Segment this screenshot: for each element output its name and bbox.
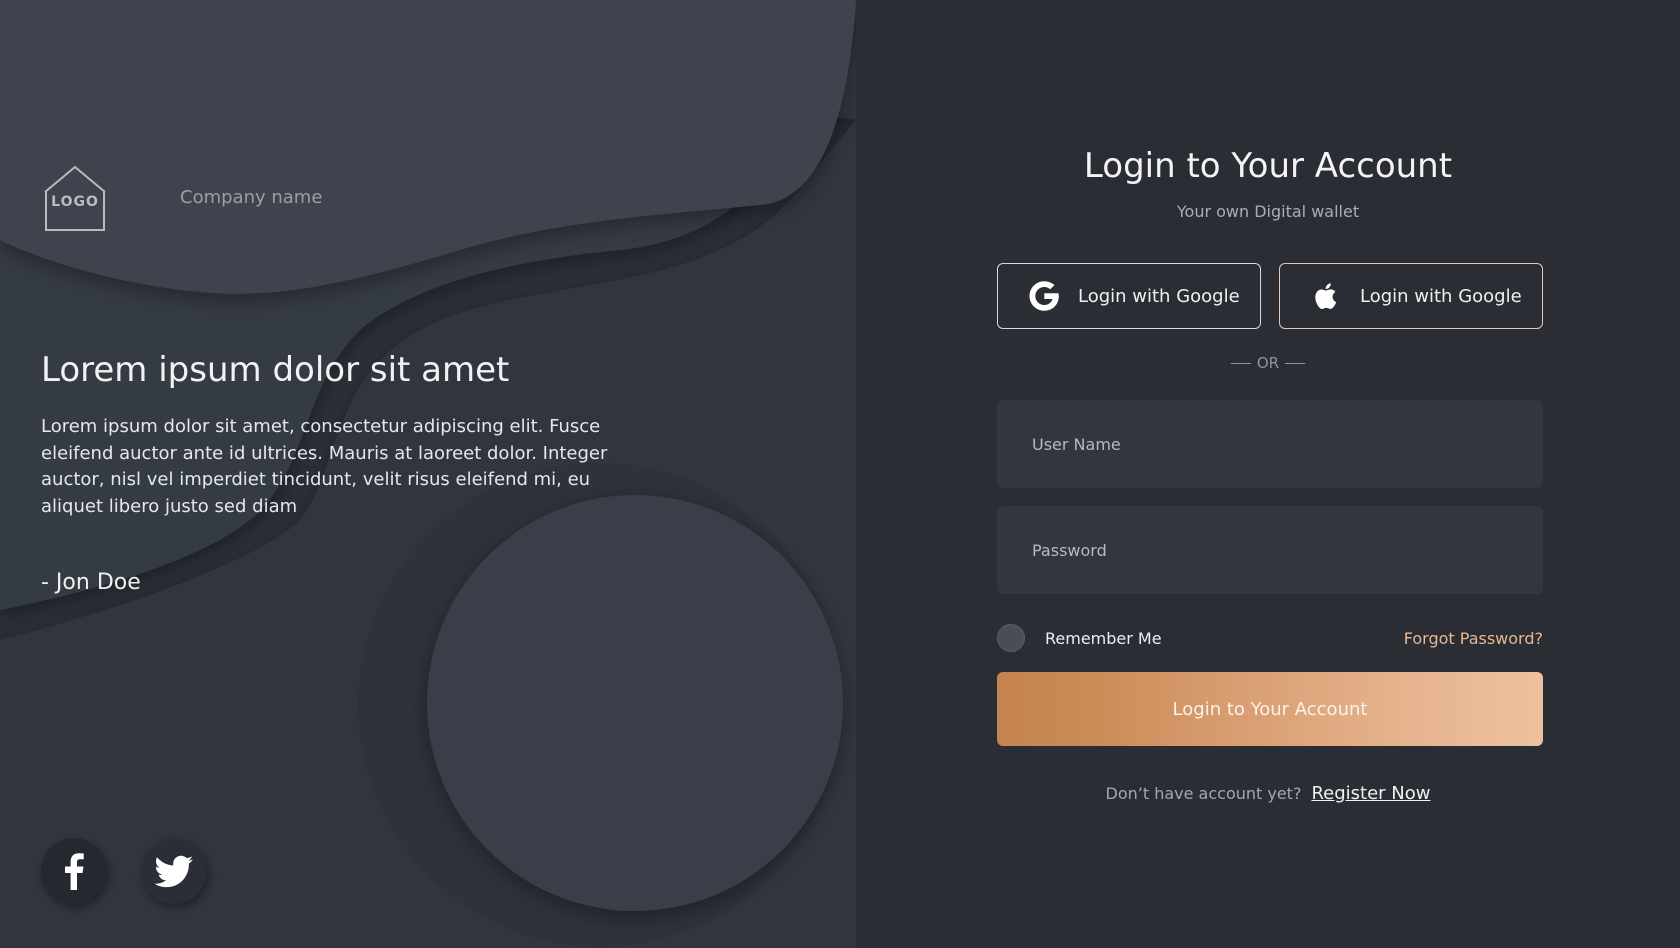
- login-title: Login to Your Account: [1083, 146, 1453, 186]
- twitter-icon: [154, 855, 193, 888]
- login-submit-button[interactable]: Login to Your Account: [997, 672, 1543, 746]
- forgot-password-link[interactable]: Forgot Password?: [1404, 629, 1543, 648]
- apple-icon: [1315, 283, 1337, 309]
- facebook-button[interactable]: [41, 838, 107, 904]
- remember-me-radio[interactable]: [997, 624, 1025, 652]
- register-row: Don’t have account yet? Register Now: [856, 783, 1680, 804]
- password-input[interactable]: [997, 506, 1543, 594]
- divider-line-left: [1230, 363, 1251, 364]
- register-link[interactable]: Register Now: [1311, 783, 1430, 804]
- promo-panel: LOGO Company name Lorem ipsum dolor sit …: [0, 0, 856, 948]
- company-name: Company name: [180, 186, 323, 208]
- username-input[interactable]: [997, 400, 1543, 488]
- quote-author: - Jon Doe: [41, 570, 141, 595]
- remember-me-label: Remember Me: [1045, 628, 1162, 648]
- login-page: LOGO Company name Lorem ipsum dolor sit …: [0, 0, 1680, 948]
- twitter-button[interactable]: [141, 838, 207, 904]
- brand: LOGO Company name: [40, 162, 322, 232]
- promo-quote: Lorem ipsum dolor sit amet, consectetur …: [41, 416, 608, 517]
- divider-line-right: [1285, 363, 1306, 364]
- login-panel: Login to Your Account Your own Digital w…: [856, 0, 1680, 948]
- promo-headline: Lorem ipsum dolor sit amet: [41, 350, 510, 390]
- apple-login-button[interactable]: Login with Google: [1279, 263, 1543, 329]
- login-subtitle: Your own Digital wallet: [1176, 202, 1360, 221]
- facebook-icon: [65, 853, 84, 890]
- logo: LOGO: [40, 162, 110, 232]
- google-login-button[interactable]: Login with Google: [997, 263, 1261, 329]
- google-icon: [1029, 281, 1059, 311]
- apple-login-label: Login with Google: [1360, 285, 1522, 307]
- google-login-label: Login with Google: [1078, 285, 1240, 307]
- or-text: OR: [1256, 354, 1280, 372]
- logo-text: LOGO: [51, 194, 99, 210]
- or-divider: OR: [856, 354, 1680, 372]
- register-prompt: Don’t have account yet?: [1105, 784, 1302, 803]
- remember-me[interactable]: Remember Me: [997, 624, 1162, 652]
